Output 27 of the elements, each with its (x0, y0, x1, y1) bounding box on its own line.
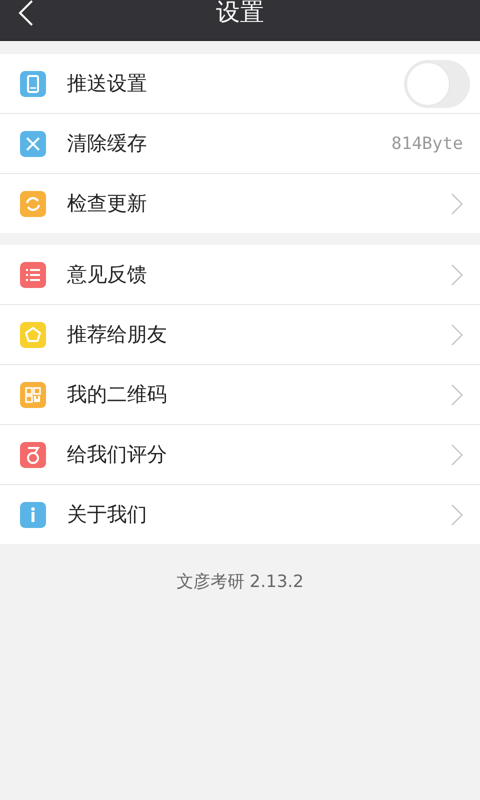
row-label: 意见反馈 (67, 261, 148, 288)
chevron-icon (451, 504, 463, 526)
chevron-icon (451, 192, 463, 214)
cache-size: 814Byte (391, 134, 463, 154)
page-title: 设置 (216, 0, 264, 28)
version-text: 文彦考研 2.13.2 (176, 571, 304, 593)
toggle-switch[interactable] (404, 60, 470, 108)
row-label: 关于我们 (67, 501, 148, 528)
row-label: 清除缓存 (67, 130, 148, 157)
settings-row[interactable]: 给我们评分 (0, 425, 480, 485)
settings-row[interactable]: 检查更新 (0, 174, 480, 233)
chevron-icon (451, 444, 463, 466)
row-label: 推荐给朋友 (67, 321, 168, 348)
row-label: 推送设置 (67, 70, 148, 97)
row-label: 给我们评分 (67, 441, 168, 468)
chevron-icon (451, 384, 463, 406)
row-label: 检查更新 (67, 190, 148, 217)
row-label: 我的二维码 (67, 381, 168, 408)
settings-row[interactable]: 意见反馈 (0, 245, 480, 305)
settings-row[interactable]: 关于我们 (0, 485, 480, 544)
chevron-icon (451, 264, 463, 286)
settings-row[interactable]: 我的二维码 (0, 365, 480, 425)
settings-row[interactable]: 清除缓存 814Byte (0, 114, 480, 174)
chevron-icon (451, 324, 463, 346)
settings-row[interactable]: 推送设置 (0, 54, 480, 114)
settings-row[interactable]: 推荐给朋友 (0, 305, 480, 365)
back-icon[interactable] (18, 0, 34, 26)
